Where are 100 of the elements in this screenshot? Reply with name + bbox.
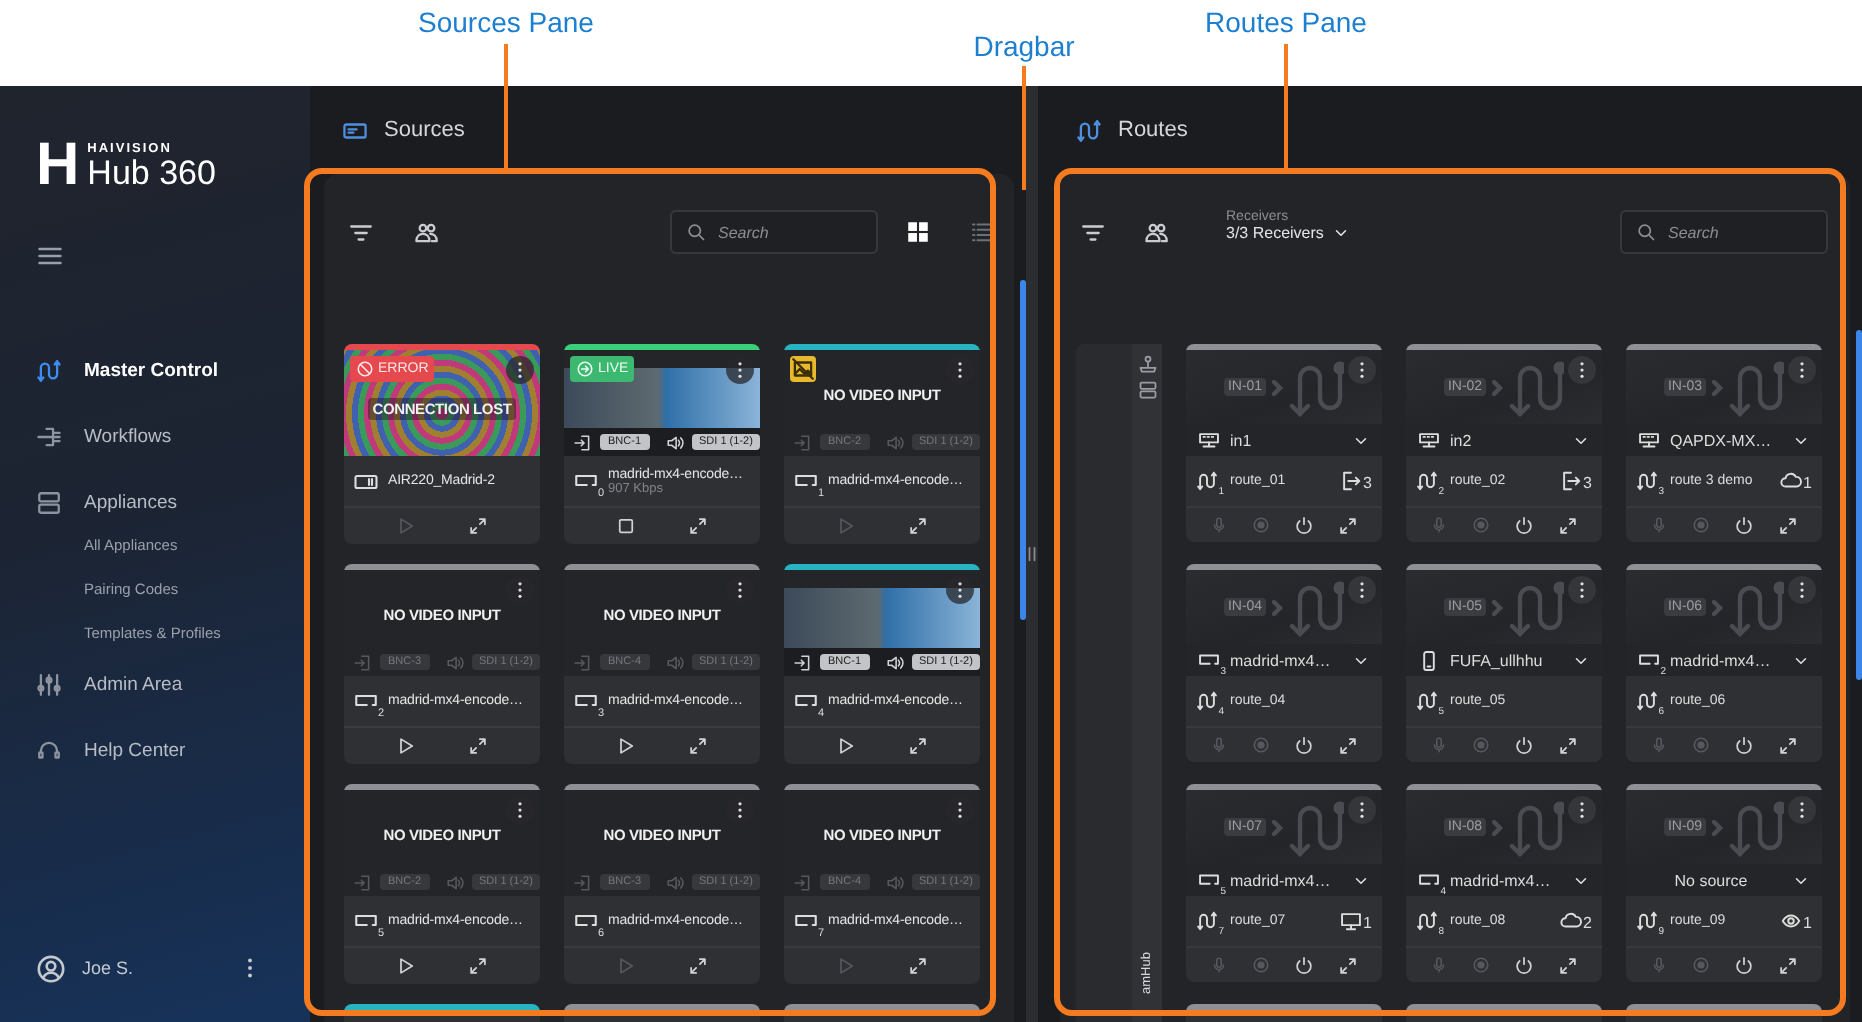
power-icon[interactable] [1514,955,1534,975]
stop-icon[interactable] [616,516,636,536]
annotation-label: Routes Pane [1205,6,1367,38]
expand-icon[interactable] [1778,955,1798,975]
source-name[interactable]: madrid-mx4… [1670,651,1784,669]
expand-icon[interactable] [908,956,928,976]
expand-icon[interactable] [468,736,488,756]
nav-item[interactable]: Help Center [36,730,310,770]
destination-count: 1 [1363,914,1372,932]
search-icon [1636,222,1656,242]
destination-count: 1 [1803,914,1812,932]
source-name[interactable]: madrid-mx4… [1230,871,1344,889]
power-icon[interactable] [1734,955,1754,975]
route-arrows-icon [1416,910,1438,932]
expand-icon[interactable] [1558,515,1578,535]
people-icon[interactable] [1144,219,1170,245]
nav-item[interactable]: Appliances [36,482,310,522]
user-icon [36,953,66,983]
play-icon[interactable] [836,736,856,756]
leader-line [504,44,508,168]
expand-icon[interactable] [1558,735,1578,755]
server-icon [1137,380,1157,400]
expand-icon[interactable] [1338,955,1358,975]
search-field[interactable]: Search [1620,210,1828,254]
route-arrows-icon [1636,910,1658,932]
expand-icon[interactable] [468,516,488,536]
nav-item[interactable]: Workflows [36,416,310,456]
power-icon[interactable] [1294,955,1314,975]
product-name: Hub 360 [87,156,216,190]
people-icon[interactable] [414,219,440,245]
speaker-icon [885,873,904,891]
expand-icon[interactable] [688,516,708,536]
expand-icon[interactable] [1778,515,1798,535]
scrollbar-thumb[interactable] [1856,330,1862,680]
search-field[interactable]: Search [670,210,878,254]
annotation-label: Dragbar [973,30,1075,62]
headset-icon [36,737,62,763]
speaker-icon [885,653,904,671]
route-arrows-icon [1076,117,1102,143]
expand-icon[interactable] [1558,955,1578,975]
source-name[interactable]: madrid-mx4… [1230,651,1344,669]
nav-item[interactable]: Master Control [36,350,310,390]
u-turn-arrow-icon [1272,577,1345,637]
joystick-icon [1137,354,1157,374]
route-arrows-icon [1196,470,1218,492]
u-turn-arrow-icon [1272,357,1345,417]
leader-line [1284,44,1288,168]
source-name[interactable]: madrid-mx4… [1450,871,1564,889]
destination-count: 2 [1583,914,1592,932]
speaker-icon [445,873,464,891]
power-icon[interactable] [1514,515,1534,535]
destination-count: 1 [1803,474,1812,492]
workflow-icon [36,423,62,449]
pane-title: Sources [384,118,465,142]
power-icon[interactable] [1294,735,1314,755]
route-arrows-icon [36,357,62,383]
expand-icon[interactable] [688,956,708,976]
power-icon[interactable] [1294,515,1314,535]
u-turn-arrow-icon [1492,797,1565,857]
u-turn-arrow-icon [1712,797,1785,857]
pane-title: Routes [1118,118,1188,142]
ban-icon [356,360,374,378]
expand-icon[interactable] [688,736,708,756]
route-arrows-icon [1416,690,1438,712]
play-icon[interactable] [396,736,416,756]
expand-icon[interactable] [1338,735,1358,755]
expand-icon[interactable] [908,516,928,536]
filter-icon[interactable] [1080,219,1106,245]
input-arrow-icon [354,873,372,891]
expand-icon[interactable] [468,956,488,976]
server-icon [36,489,62,515]
input-arrow-icon [574,433,592,451]
speaker-icon [665,433,684,451]
logo-mark: H [36,136,80,196]
route-arrows-icon [1636,690,1658,712]
input-arrow-icon [794,873,812,891]
input-arrow-icon [354,653,372,671]
menu-icon[interactable] [36,242,64,270]
caret-icon[interactable] [1331,224,1350,242]
u-turn-arrow-icon [1492,577,1565,637]
power-icon[interactable] [1514,735,1534,755]
annotation-label: Sources Pane [418,6,594,38]
expand-icon[interactable] [1778,735,1798,755]
list-view-icon[interactable] [970,220,994,244]
route-arrows-icon [1196,690,1218,712]
leader-line [1022,66,1026,190]
source-icon [342,117,368,143]
nav-item[interactable]: Admin Area [36,664,310,704]
u-turn-arrow-icon [1492,357,1565,417]
play-icon[interactable] [396,956,416,976]
receivers-dropdown[interactable]: 3/3 Receivers [1226,224,1350,242]
expand-icon[interactable] [908,736,928,756]
play-icon[interactable] [616,736,636,756]
power-icon[interactable] [1734,515,1754,535]
grid-view-icon[interactable] [906,220,930,244]
user-name[interactable]: Joe S. [82,958,222,978]
filter-icon[interactable] [348,219,374,245]
expand-icon[interactable] [1338,515,1358,535]
scrollbar-thumb[interactable] [1020,280,1026,620]
power-icon[interactable] [1734,735,1754,755]
